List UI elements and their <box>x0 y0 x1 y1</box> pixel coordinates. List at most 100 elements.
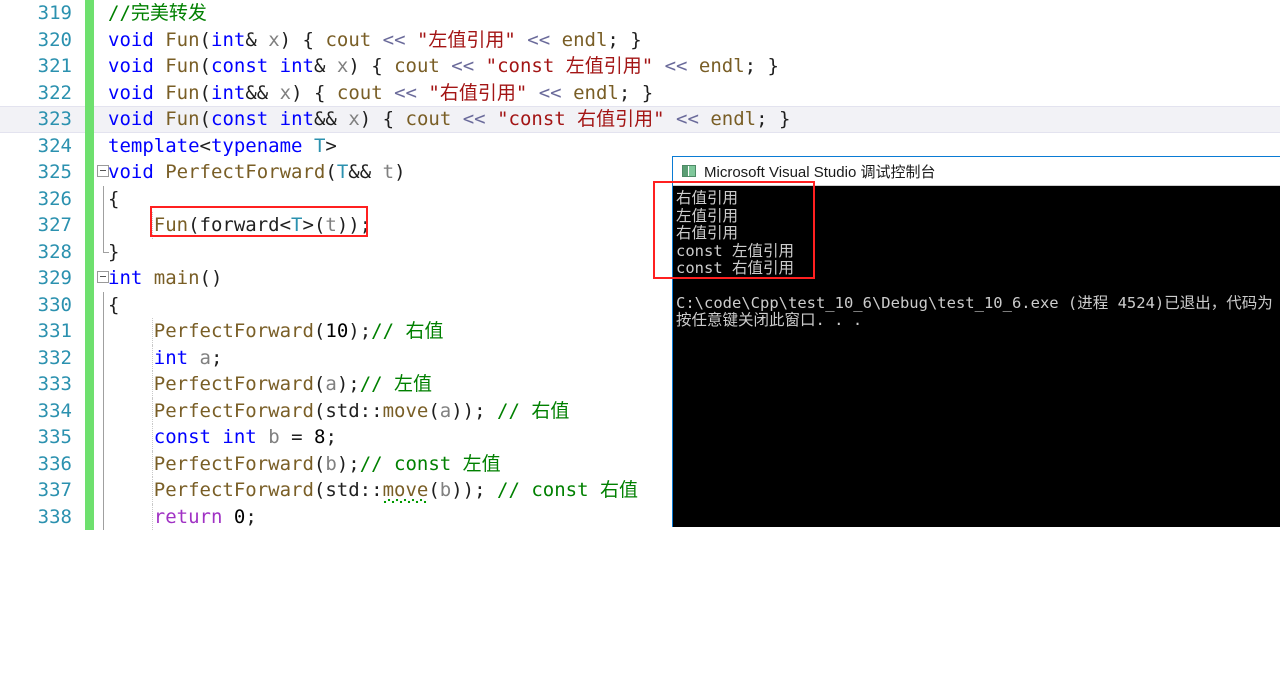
code-text: int a; <box>108 345 223 372</box>
outline-vertical-line <box>103 291 104 318</box>
function-token: Fun <box>165 81 200 104</box>
change-bar <box>85 0 94 27</box>
punct-token: = <box>279 426 314 448</box>
endl-token: endl <box>710 108 757 130</box>
variable-token: x <box>279 81 292 104</box>
keyword-token: const <box>211 55 269 77</box>
code-line[interactable]: 322 void Fun(int&& x) { cout << "右值引用" <… <box>0 79 1280 107</box>
operator-token: << <box>527 81 574 104</box>
operator-token: << <box>664 108 711 130</box>
comment-token: // 右值 <box>371 320 444 342</box>
line-number: 324 <box>37 134 72 157</box>
keyword-token: void <box>108 161 154 183</box>
code-line[interactable]: 320 void Fun(int& x) { cout << "左值引用" <<… <box>0 26 1280 53</box>
punct-token: < <box>199 134 211 157</box>
keyword-token: int <box>153 346 189 369</box>
punct-token: && <box>245 81 280 104</box>
operator-token: << <box>439 55 486 77</box>
code-text: { <box>108 186 119 213</box>
line-number: 333 <box>37 373 72 395</box>
code-text: const int b = 8; <box>108 424 337 451</box>
change-bar <box>85 106 94 133</box>
screen-root: 319 //完美转发 320 void Fun(int& x) { cout <… <box>0 0 1280 530</box>
punct-token: ; } <box>618 81 654 104</box>
punct-token: ( <box>313 452 326 475</box>
code-text: void Fun(const int& x) { cout << "const … <box>108 53 779 80</box>
variable-token: x <box>348 108 360 130</box>
punct-token: ( <box>199 55 211 77</box>
punct-token: && <box>348 161 383 183</box>
console-title-text: Microsoft Visual Studio 调试控制台 <box>704 164 936 181</box>
console-output-area[interactable]: 右值引用 左值引用 右值引用 const 左值引用 const 右值引用 C:\… <box>673 186 1280 527</box>
change-bar <box>85 53 94 80</box>
change-bar <box>85 132 94 159</box>
line-number: 319 <box>37 2 72 24</box>
number-token: 0 <box>233 505 246 528</box>
number-token: 10 <box>325 320 349 342</box>
punct-token: ; } <box>744 55 779 77</box>
line-number: 336 <box>37 452 72 475</box>
change-bar <box>85 185 94 212</box>
code-text: PerfectForward(std::move(a)); // 右值 <box>108 398 570 425</box>
string-token: "右值引用" <box>428 81 528 104</box>
punct-token: ); <box>336 452 360 475</box>
code-text: PerfectForward(std::move(b)); // const 右… <box>108 477 638 504</box>
change-bar <box>85 318 94 345</box>
function-token: PerfectForward <box>153 373 314 395</box>
code-line[interactable]: 321 void Fun(const int& x) { cout << "co… <box>0 53 1280 80</box>
keyword-token: return <box>153 505 223 528</box>
code-text: void Fun(const int&& x) { cout << "const… <box>108 106 790 133</box>
variable-token: t <box>382 161 395 183</box>
punct-token: ; <box>325 426 337 448</box>
change-bar <box>85 79 94 106</box>
line-number: 332 <box>37 346 72 369</box>
function-token: Fun <box>165 55 200 77</box>
punct-token: ( <box>313 373 326 395</box>
keyword-token: int <box>222 426 257 448</box>
punct-token: ) <box>394 161 406 183</box>
outline-vertical-line <box>103 185 104 212</box>
debug-console-window[interactable]: Microsoft Visual Studio 调试控制台 右值引用 左值引用 … <box>672 156 1280 527</box>
operator-token: << <box>382 81 429 104</box>
line-number: 334 <box>37 399 72 422</box>
outline-vertical-line <box>103 424 104 451</box>
console-title-bar[interactable]: Microsoft Visual Studio 调试控制台 <box>673 157 1280 186</box>
line-number: 338 <box>37 505 72 528</box>
outline-vertical-line <box>103 477 104 504</box>
change-bar <box>85 344 94 371</box>
punct-token: ) { <box>348 55 395 77</box>
variable-token: a <box>199 346 211 369</box>
endl-token: endl <box>698 55 745 77</box>
variable-token: a <box>325 373 337 395</box>
punct-token: > <box>325 134 337 157</box>
code-text: { <box>108 292 119 319</box>
punct-token: (forward< <box>188 214 292 236</box>
type-token: T <box>291 214 303 236</box>
variable-token: x <box>336 55 349 77</box>
keyword-token: template <box>108 134 200 157</box>
punct-token: (std:: <box>313 399 383 422</box>
outline-vertical-line <box>103 344 104 371</box>
change-bar <box>85 26 94 53</box>
operator-token: << <box>653 55 699 77</box>
punct-token: ; } <box>607 28 642 51</box>
type-token: T <box>313 134 326 157</box>
keyword-token: const <box>153 426 211 448</box>
code-text: return 0; <box>108 504 257 531</box>
keyword-token: void <box>108 28 154 51</box>
line-number: 337 <box>37 479 72 501</box>
keyword-token: typename <box>210 134 303 157</box>
code-line-current[interactable]: 323 void Fun(const int&& x) { cout << "c… <box>0 106 1280 133</box>
cout-token: cout <box>394 55 440 77</box>
brace-token: { <box>108 293 120 316</box>
code-text: void PerfectForward(T&& t) <box>108 159 406 186</box>
line-number: 330 <box>37 293 72 316</box>
code-text: void Fun(int&& x) { cout << "右值引用" << en… <box>108 80 653 107</box>
function-token: main <box>153 267 200 289</box>
line-number: 326 <box>37 187 72 210</box>
function-token: Fun <box>153 214 189 236</box>
punct-token: ; } <box>756 108 791 130</box>
keyword-token: int <box>108 267 143 289</box>
punct-token: >( <box>302 214 326 236</box>
code-line[interactable]: 319 //完美转发 <box>0 0 1280 27</box>
